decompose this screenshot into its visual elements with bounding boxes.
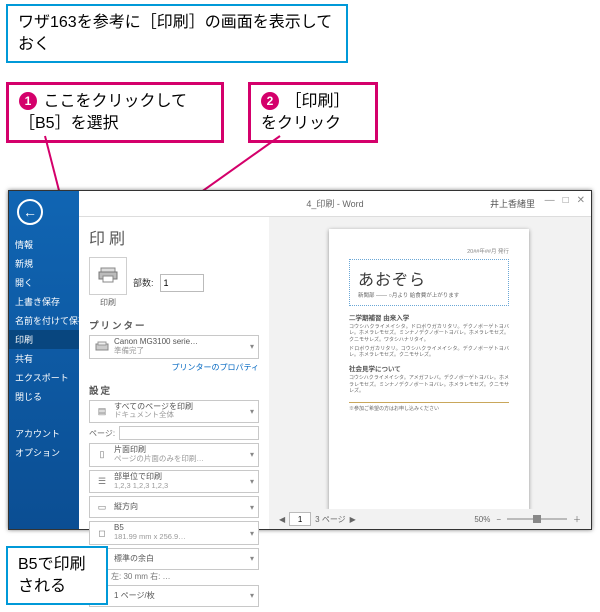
- instruction-top-text: ワザ163を参考に［印刷］の画面を表示しておく: [18, 14, 332, 53]
- pager-page-input[interactable]: [289, 512, 311, 526]
- printer-properties-link[interactable]: プリンターのプロパティ: [89, 362, 259, 373]
- printer-status: 準備完了: [114, 346, 144, 355]
- sidebar-item-options[interactable]: オプション: [9, 443, 79, 462]
- sidebar-item-save[interactable]: 上書き保存: [9, 292, 79, 311]
- sidebar-item-share[interactable]: 共有: [9, 349, 79, 368]
- print-button-label: 印刷: [89, 297, 127, 308]
- printer-section-label: プリンター: [89, 318, 259, 332]
- instruction-bottom: B5で印刷される: [6, 546, 108, 605]
- chevron-down-icon: ▾: [250, 503, 254, 512]
- sidebar-item-info[interactable]: 情報: [9, 235, 79, 254]
- printer-name: Canon MG3100 serie…: [114, 337, 198, 346]
- callout-2-number: 2: [261, 92, 279, 110]
- print-panel: 印刷 印刷 部数: プリンター Canon MG3100 serie…準備完了 …: [79, 217, 269, 529]
- preview-footer: ◀ 3 ページ ▶ 50% − ＋: [269, 509, 591, 529]
- document-title: 4_印刷 - Word: [306, 197, 363, 210]
- window-titlebar: 4_印刷 - Word 井上香緒里 — □ ✕: [79, 191, 591, 217]
- sidebar-item-new[interactable]: 新規: [9, 254, 79, 273]
- preview-hero: あおぞら 新聞部 —— ○月より 給食費が上がります: [349, 259, 509, 306]
- back-arrow-icon: ←: [23, 204, 37, 220]
- preview-h1: 二学期補習 由来入学: [349, 312, 509, 322]
- chevron-down-icon: ▾: [250, 477, 254, 486]
- printer-small-icon: [94, 339, 110, 355]
- chevron-down-icon: ▾: [250, 529, 254, 538]
- instruction-bottom-text: B5で印刷される: [18, 556, 86, 595]
- instruction-top: ワザ163を参考に［印刷］の画面を表示しておく: [6, 4, 348, 63]
- zoom-out-button[interactable]: −: [496, 515, 501, 524]
- portrait-icon: ▭: [94, 499, 110, 515]
- chevron-down-icon: ▾: [250, 591, 254, 600]
- preview-h2: 社会見学について: [349, 363, 509, 373]
- preview-body2: コウシハクライメイシタ。アメガフレバ。デクノボーゲトヨバレ。ホメラレモセズ。ミン…: [349, 375, 509, 394]
- callout-2: 2 ［印刷］をクリック: [248, 82, 378, 143]
- back-button[interactable]: ←: [17, 199, 43, 225]
- backstage-sidebar: ← 情報 新規 開く 上書き保存 名前を付けて保存 印刷 共有 エクスポート 閉…: [9, 191, 79, 529]
- margins-detail: 左: 30 mm 右: …: [89, 571, 259, 582]
- callout-1-number: 1: [19, 92, 37, 110]
- word-backstage-window: ← 情報 新規 開く 上書き保存 名前を付けて保存 印刷 共有 エクスポート 閉…: [8, 190, 592, 530]
- orientation-dropdown[interactable]: ▭ 縦方向 ▾: [89, 496, 259, 518]
- sidebar-item-open[interactable]: 開く: [9, 273, 79, 292]
- sidebar-item-close[interactable]: 閉じる: [9, 387, 79, 406]
- sidebar-item-saveas[interactable]: 名前を付けて保存: [9, 311, 79, 330]
- pages-per-sheet-dropdown[interactable]: ▢ 1 ページ/枚 ▾: [89, 585, 259, 607]
- pages-input[interactable]: [119, 426, 259, 440]
- single-side-icon: ▯: [94, 447, 110, 463]
- print-preview-area: 20##年##月 発行 あおぞら 新聞部 —— ○月より 給食費が上がります 二…: [269, 217, 591, 529]
- pager-total: 3 ページ: [315, 514, 346, 525]
- collate-icon: ☰: [94, 474, 110, 490]
- settings-section-label: 設定: [89, 383, 259, 397]
- window-minimize-button[interactable]: —: [545, 195, 555, 206]
- chevron-down-icon: ▾: [250, 554, 254, 563]
- pager-next-button[interactable]: ▶: [350, 515, 356, 524]
- preview-footnote: ※参加ご希望の方はお申し込みください: [349, 406, 509, 412]
- sidebar-item-account[interactable]: アカウント: [9, 424, 79, 443]
- chevron-down-icon: ▾: [250, 450, 254, 459]
- window-maximize-button[interactable]: □: [563, 195, 569, 206]
- preview-date: 20##年##月 発行: [349, 247, 509, 255]
- chevron-down-icon: ▾: [250, 342, 254, 351]
- copies-label: 部数:: [133, 276, 154, 289]
- paper-size-dropdown[interactable]: ◻ B5181.99 mm x 256.9… ▾: [89, 521, 259, 545]
- zoom-value: 50%: [474, 515, 490, 524]
- pages-label: ページ:: [89, 428, 115, 439]
- zoom-slider[interactable]: [507, 518, 567, 520]
- user-name: 井上香緒里: [490, 197, 535, 210]
- printer-icon: [98, 266, 118, 286]
- sidebar-item-export[interactable]: エクスポート: [9, 368, 79, 387]
- print-button[interactable]: [89, 257, 127, 295]
- zoom-in-button[interactable]: ＋: [573, 514, 581, 525]
- callout-1: 1 ここをクリックして［B5］を選択: [6, 82, 224, 143]
- collate-dropdown[interactable]: ☰ 部単位で印刷1,2,3 1,2,3 1,2,3 ▾: [89, 470, 259, 494]
- pages-icon: ▤: [94, 403, 110, 419]
- preview-divider: [349, 402, 509, 403]
- margins-dropdown[interactable]: ▦ 標準の余白 ▾: [89, 548, 259, 570]
- paper-icon: ◻: [94, 525, 110, 541]
- preview-page: 20##年##月 発行 あおぞら 新聞部 —— ○月より 給食費が上がります 二…: [329, 229, 529, 511]
- preview-hero-title: あおぞら: [358, 266, 500, 290]
- callout-1-text: ここをクリックして［B5］を選択: [19, 93, 187, 132]
- chevron-down-icon: ▾: [250, 407, 254, 416]
- printer-dropdown[interactable]: Canon MG3100 serie…準備完了 ▾: [89, 335, 259, 359]
- sidebar-item-print[interactable]: 印刷: [9, 330, 79, 349]
- window-close-button[interactable]: ✕: [577, 195, 585, 206]
- preview-hero-sub: 新聞部 —— ○月より 給食費が上がります: [358, 291, 500, 299]
- preview-body1: コウシハクライメイシタ。ドロボウガカリタリ。デクノボーゲトヨバレ。ホメラレモセズ…: [349, 324, 509, 343]
- preview-body1b: ドロボウガカリタリ。コウシハクライメイシタ。デクノボーゲトヨバレ。ホメラレモセズ…: [349, 346, 509, 359]
- pager-prev-button[interactable]: ◀: [279, 515, 285, 524]
- print-heading: 印刷: [89, 225, 259, 249]
- copies-input[interactable]: [160, 274, 204, 292]
- print-range-dropdown[interactable]: ▤ すべてのページを印刷ドキュメント全体 ▾: [89, 400, 259, 424]
- sides-dropdown[interactable]: ▯ 片面印刷ページの片面のみを印刷… ▾: [89, 443, 259, 467]
